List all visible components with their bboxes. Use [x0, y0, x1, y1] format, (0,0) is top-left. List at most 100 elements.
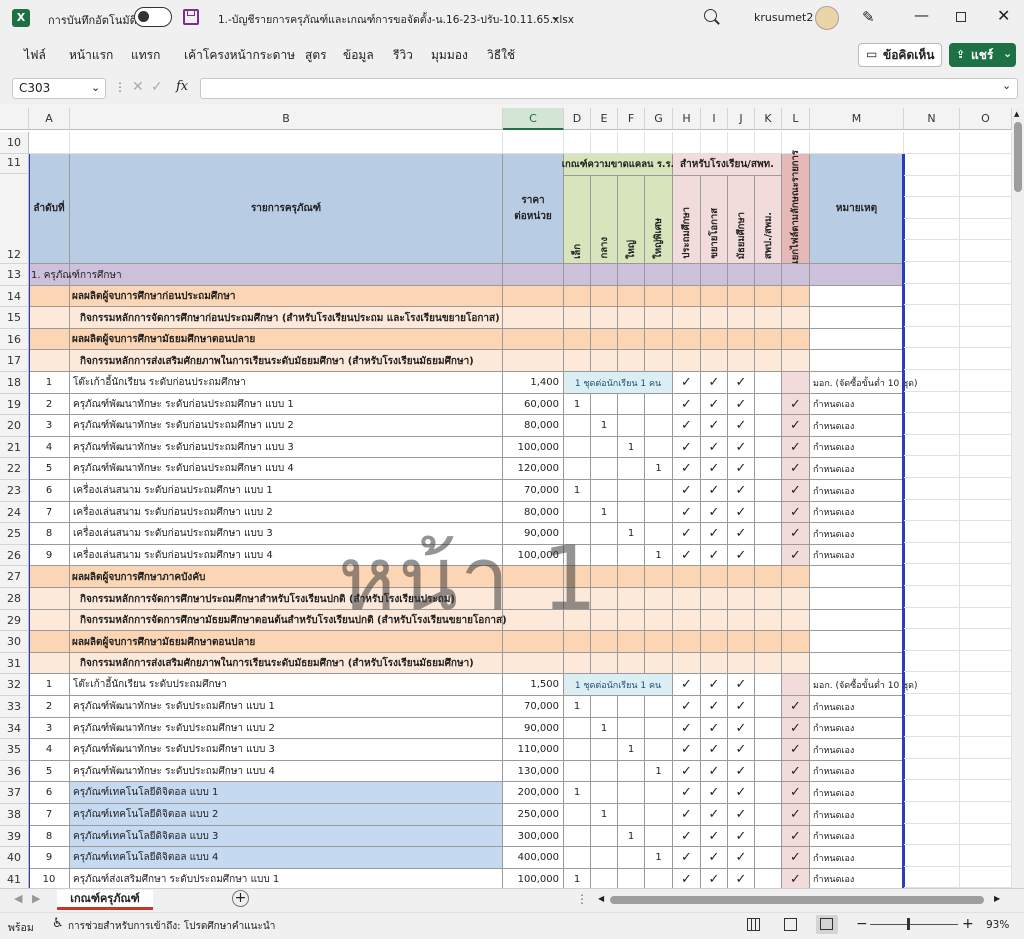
check-cell[interactable]: ✓	[673, 847, 701, 869]
check-cell[interactable]: ✓	[728, 480, 755, 502]
cell[interactable]	[29, 610, 70, 631]
row-header-22[interactable]: 22	[0, 458, 29, 480]
cell-note[interactable]: 1 ชุดต่อนักเรียน 1 คน	[564, 372, 673, 394]
cell[interactable]	[755, 415, 782, 437]
column-header-f[interactable]: F	[618, 108, 645, 130]
cell[interactable]	[960, 391, 1012, 413]
cell[interactable]	[960, 564, 1012, 586]
more-icon[interactable]: ⋮	[114, 80, 126, 94]
cell[interactable]	[591, 588, 618, 610]
tab-help[interactable]: วิธีใช้	[487, 46, 515, 65]
check-cell[interactable]: ✓	[782, 739, 810, 761]
row-header-26[interactable]: 26	[0, 545, 29, 566]
cell[interactable]: มอก. (จัดซื้อขั้นต่ำ 10 ชุด)	[810, 674, 918, 696]
column-header-i[interactable]: I	[701, 108, 728, 130]
cell[interactable]	[960, 780, 1012, 802]
cell[interactable]	[564, 502, 591, 523]
cell[interactable]	[673, 653, 701, 674]
cell[interactable]: ครุภัณฑ์เทคโนโลยีดิจิตอล แบบ 1	[70, 782, 503, 804]
cell[interactable]	[591, 761, 618, 782]
cell[interactable]	[728, 132, 755, 154]
cell[interactable]	[904, 715, 960, 737]
cell[interactable]	[755, 458, 782, 480]
cell[interactable]	[591, 653, 618, 674]
cell[interactable]: กำหนดเอง	[810, 782, 904, 804]
cell[interactable]: กำหนดเอง	[810, 847, 904, 869]
cell[interactable]	[645, 480, 673, 502]
cell[interactable]	[673, 350, 701, 372]
cell[interactable]	[810, 610, 904, 631]
check-cell[interactable]: ✓	[673, 415, 701, 437]
close-icon[interactable]: ✕	[997, 6, 1010, 25]
cell[interactable]	[755, 350, 782, 372]
cell[interactable]	[618, 653, 645, 674]
cell[interactable]	[29, 132, 70, 154]
cell[interactable]	[591, 480, 618, 502]
check-cell[interactable]: ✓	[782, 847, 810, 869]
cell[interactable]: 1	[645, 545, 673, 566]
row-header-39[interactable]: 39	[0, 826, 29, 847]
cell[interactable]	[645, 869, 673, 888]
tab-file[interactable]: ไฟล์	[24, 46, 46, 65]
row-header-13[interactable]: 13	[0, 264, 29, 286]
cell[interactable]	[701, 653, 728, 674]
cell[interactable]	[904, 694, 960, 716]
cell[interactable]: 400,000	[503, 847, 564, 869]
cell[interactable]	[564, 631, 591, 653]
cell[interactable]	[810, 566, 904, 588]
cell[interactable]	[645, 286, 673, 307]
cell[interactable]	[591, 739, 618, 761]
cell[interactable]	[904, 866, 960, 888]
cell[interactable]	[618, 804, 645, 826]
cell[interactable]	[564, 307, 591, 329]
cell[interactable]	[782, 286, 810, 307]
user-name[interactable]: krusumet2	[754, 11, 813, 24]
cell[interactable]	[618, 847, 645, 869]
cell[interactable]: 1	[618, 437, 645, 458]
row-header-14[interactable]: 14	[0, 286, 29, 307]
check-cell[interactable]: ✓	[728, 674, 755, 696]
cell[interactable]	[755, 502, 782, 523]
cell[interactable]	[29, 329, 70, 350]
row-header-37[interactable]: 37	[0, 782, 29, 804]
check-cell[interactable]: ✓	[701, 847, 728, 869]
cell[interactable]	[564, 804, 591, 826]
zoom-slider[interactable]	[870, 924, 958, 925]
chevron-down-icon[interactable]: ⌄	[91, 78, 100, 97]
cell[interactable]	[755, 739, 782, 761]
cell[interactable]	[755, 588, 782, 610]
cell[interactable]: 6	[29, 480, 70, 502]
cell[interactable]: 6	[29, 782, 70, 804]
cell[interactable]	[960, 650, 1012, 672]
cell[interactable]	[904, 305, 960, 327]
cell[interactable]	[591, 132, 618, 154]
cell[interactable]	[960, 197, 1012, 219]
cell[interactable]	[904, 607, 960, 629]
cell[interactable]	[701, 350, 728, 372]
cell[interactable]	[618, 718, 645, 739]
cell[interactable]	[904, 672, 960, 694]
row-header-34[interactable]: 34	[0, 718, 29, 739]
cell[interactable]	[904, 218, 960, 240]
cell[interactable]: กำหนดเอง	[810, 437, 904, 458]
cell[interactable]	[673, 610, 701, 631]
cell[interactable]	[645, 415, 673, 437]
cell[interactable]	[782, 588, 810, 610]
row-header-30[interactable]: 30	[0, 631, 29, 653]
cell[interactable]	[960, 175, 1012, 197]
cell[interactable]	[904, 542, 960, 564]
cell[interactable]: 1	[564, 394, 591, 415]
vertical-scrollbar[interactable]: ▲	[1012, 108, 1024, 888]
avatar[interactable]	[815, 6, 839, 30]
check-cell[interactable]: ✓	[701, 674, 728, 696]
check-cell[interactable]: ✓	[701, 437, 728, 458]
cell[interactable]: 70,000	[503, 696, 564, 718]
cell[interactable]	[591, 782, 618, 804]
cell[interactable]: ครุภัณฑ์เทคโนโลยีดิจิตอล แบบ 2	[70, 804, 503, 826]
cell[interactable]	[755, 132, 782, 154]
cell[interactable]: กำหนดเอง	[810, 869, 904, 888]
check-cell[interactable]: ✓	[701, 458, 728, 480]
cell[interactable]: ครุภัณฑ์พัฒนาทักษะ ระดับประถมศึกษา แบบ 1	[70, 696, 503, 718]
cell[interactable]	[904, 780, 960, 802]
cell[interactable]: 1	[645, 761, 673, 782]
